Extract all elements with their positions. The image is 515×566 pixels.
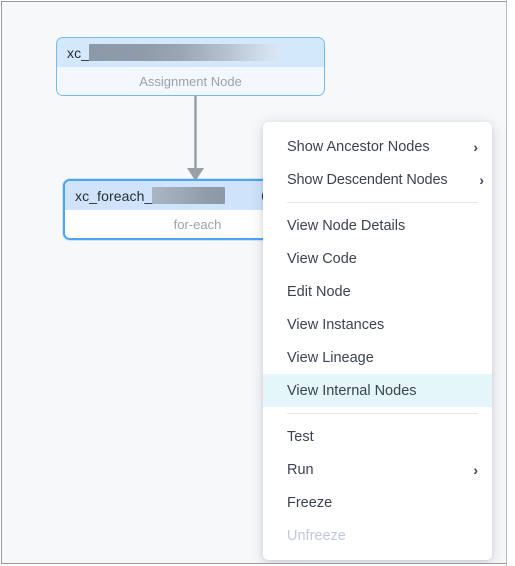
- node-header: xc_: [57, 38, 324, 67]
- menu-item-freeze[interactable]: Freeze: [263, 486, 492, 519]
- menu-item-view-code[interactable]: View Code: [263, 242, 492, 275]
- menu-item-unfreeze: Unfreeze: [263, 519, 492, 552]
- screenshot-root: xc_ Assignment Node xc_foreach_ 0 for-ea…: [0, 0, 515, 566]
- menu-item-show-ancestor-nodes[interactable]: Show Ancestor Nodes ›: [263, 130, 492, 163]
- menu-item-label: Unfreeze: [287, 527, 346, 544]
- menu-item-view-lineage[interactable]: View Lineage: [263, 341, 492, 374]
- node-subtitle: for-each: [173, 216, 222, 232]
- menu-item-view-instances[interactable]: View Instances: [263, 308, 492, 341]
- menu-item-view-node-details[interactable]: View Node Details: [263, 209, 492, 242]
- context-menu[interactable]: Show Ancestor Nodes › Show Descendent Node…: [263, 122, 492, 560]
- menu-separator: [287, 413, 478, 414]
- menu-item-edit-node[interactable]: Edit Node: [263, 275, 492, 308]
- menu-separator: [287, 202, 478, 203]
- menu-item-label: View Code: [287, 250, 357, 267]
- menu-item-show-descendent-nodes[interactable]: Show Descendent Nodes ›: [263, 163, 492, 196]
- node-body: Assignment Node: [57, 67, 324, 95]
- menu-item-label: Edit Node: [287, 283, 351, 300]
- menu-item-label: Run: [287, 461, 314, 478]
- menu-item-view-internal-nodes[interactable]: View Internal Nodes: [263, 374, 492, 407]
- menu-item-label: View Node Details: [287, 217, 406, 234]
- panel-right-edge: [506, 0, 515, 566]
- graph-node-assignment[interactable]: xc_ Assignment Node: [56, 37, 325, 96]
- menu-item-label: Freeze: [287, 494, 333, 511]
- node-title: xc_foreach_: [75, 187, 153, 204]
- menu-item-test[interactable]: Test: [263, 420, 492, 453]
- menu-item-label: Test: [287, 428, 314, 445]
- chevron-right-icon: ›: [473, 461, 478, 478]
- menu-item-label: View Internal Nodes: [287, 382, 417, 399]
- menu-item-label: View Lineage: [287, 349, 374, 366]
- chevron-right-icon: ›: [473, 138, 478, 155]
- menu-item-run[interactable]: Run ›: [263, 453, 492, 486]
- menu-item-label: View Instances: [287, 316, 385, 333]
- chevron-right-icon: ›: [479, 171, 484, 188]
- node-title: xc_: [67, 44, 90, 61]
- node-subtitle: Assignment Node: [139, 73, 242, 89]
- redacted-name-bar: [89, 44, 282, 61]
- graph-canvas[interactable]: xc_ Assignment Node xc_foreach_ 0 for-ea…: [1, 1, 506, 564]
- menu-item-label: Show Ancestor Nodes: [287, 138, 430, 155]
- menu-item-label: Show Descendent Nodes: [287, 171, 448, 188]
- redacted-name-bar: [152, 187, 226, 204]
